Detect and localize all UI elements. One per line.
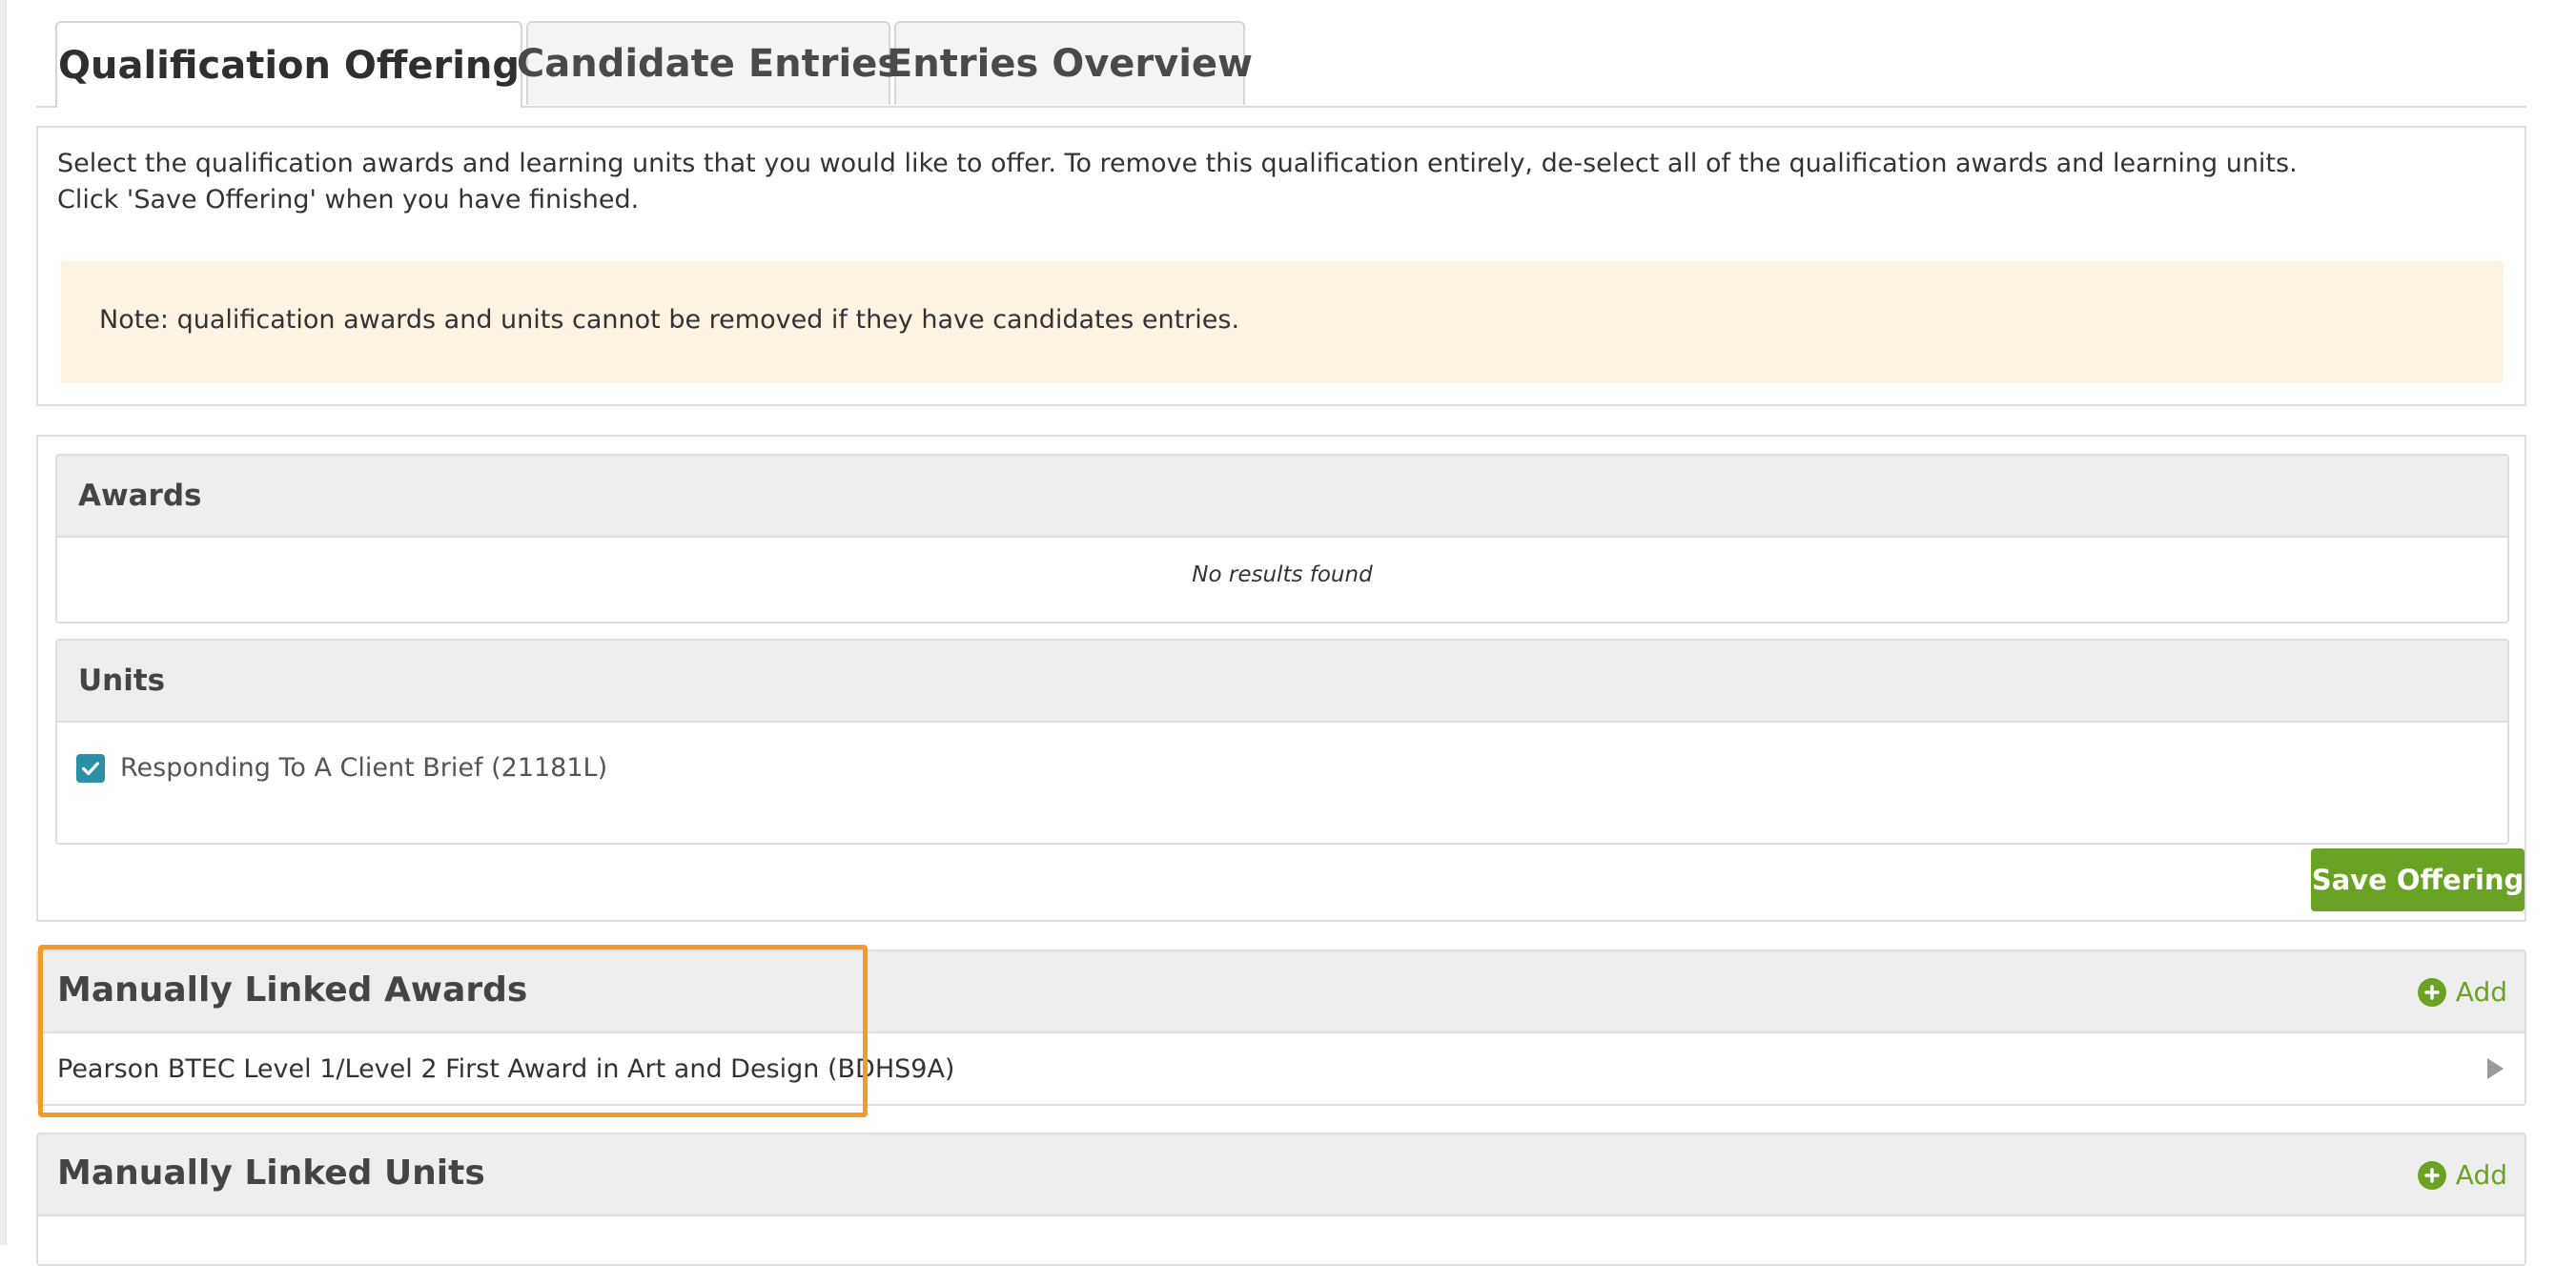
manually-linked-awards-title: Manually Linked Awards [57, 970, 528, 1010]
manually-linked-units-title: Manually Linked Units [57, 1154, 485, 1193]
units-panel: Units Responding To A Client Brief (2118… [55, 639, 2509, 845]
save-offering-button[interactable]: Save Offering [2311, 848, 2525, 911]
manually-linked-awards-panel: Manually Linked Awards Add Pearson BTEC … [36, 950, 2526, 1106]
tab-bar: Qualification Offering Candidate Entries… [36, 0, 2526, 108]
add-unit-link[interactable]: Add [2417, 1159, 2507, 1191]
awards-panel-title: Awards [57, 456, 2507, 538]
instructions-box: Select the qualification awards and lear… [36, 126, 2526, 406]
expand-arrow-icon[interactable] [2487, 1058, 2504, 1079]
manually-linked-units-panel: Manually Linked Units Add [36, 1133, 2526, 1266]
tab-qualification-offering[interactable]: Qualification Offering [55, 21, 522, 108]
plus-circle-icon [2417, 1160, 2446, 1190]
manually-linked-awards-header: Manually Linked Awards Add [38, 951, 2525, 1033]
add-unit-label[interactable]: Add [2456, 1159, 2507, 1191]
note-text: Note: qualification awards and units can… [99, 305, 1240, 335]
manually-linked-units-header: Manually Linked Units Add [38, 1134, 2525, 1216]
linked-award-item[interactable]: Pearson BTEC Level 1/Level 2 First Award… [57, 1054, 954, 1084]
left-border [0, 0, 7, 1245]
unit-checkbox-row[interactable]: Responding To A Client Brief (21181L) [76, 753, 607, 783]
instructions-save-hint: Click 'Save Offering' when you have fini… [57, 185, 640, 214]
add-award-link[interactable]: Add [2417, 976, 2507, 1008]
page: Qualification Offering Candidate Entries… [0, 0, 2576, 1266]
add-award-label[interactable]: Add [2456, 976, 2507, 1008]
note-alert: Note: qualification awards and units can… [61, 261, 2504, 383]
awards-panel: Awards No results found [55, 454, 2509, 623]
checkbox-checked-icon[interactable] [76, 753, 105, 783]
plus-circle-icon [2417, 977, 2446, 1007]
unit-label[interactable]: Responding To A Client Brief (21181L) [120, 753, 607, 783]
units-panel-title: Units [57, 641, 2507, 723]
tab-entries-overview[interactable]: Entries Overview [887, 21, 1253, 105]
awards-empty-message: No results found [1192, 562, 1373, 587]
tab-candidate-entries[interactable]: Candidate Entries [517, 21, 900, 105]
instructions-text: Select the qualification awards and lear… [57, 149, 2298, 178]
offering-form: Awards No results found Units Responding… [36, 435, 2526, 922]
